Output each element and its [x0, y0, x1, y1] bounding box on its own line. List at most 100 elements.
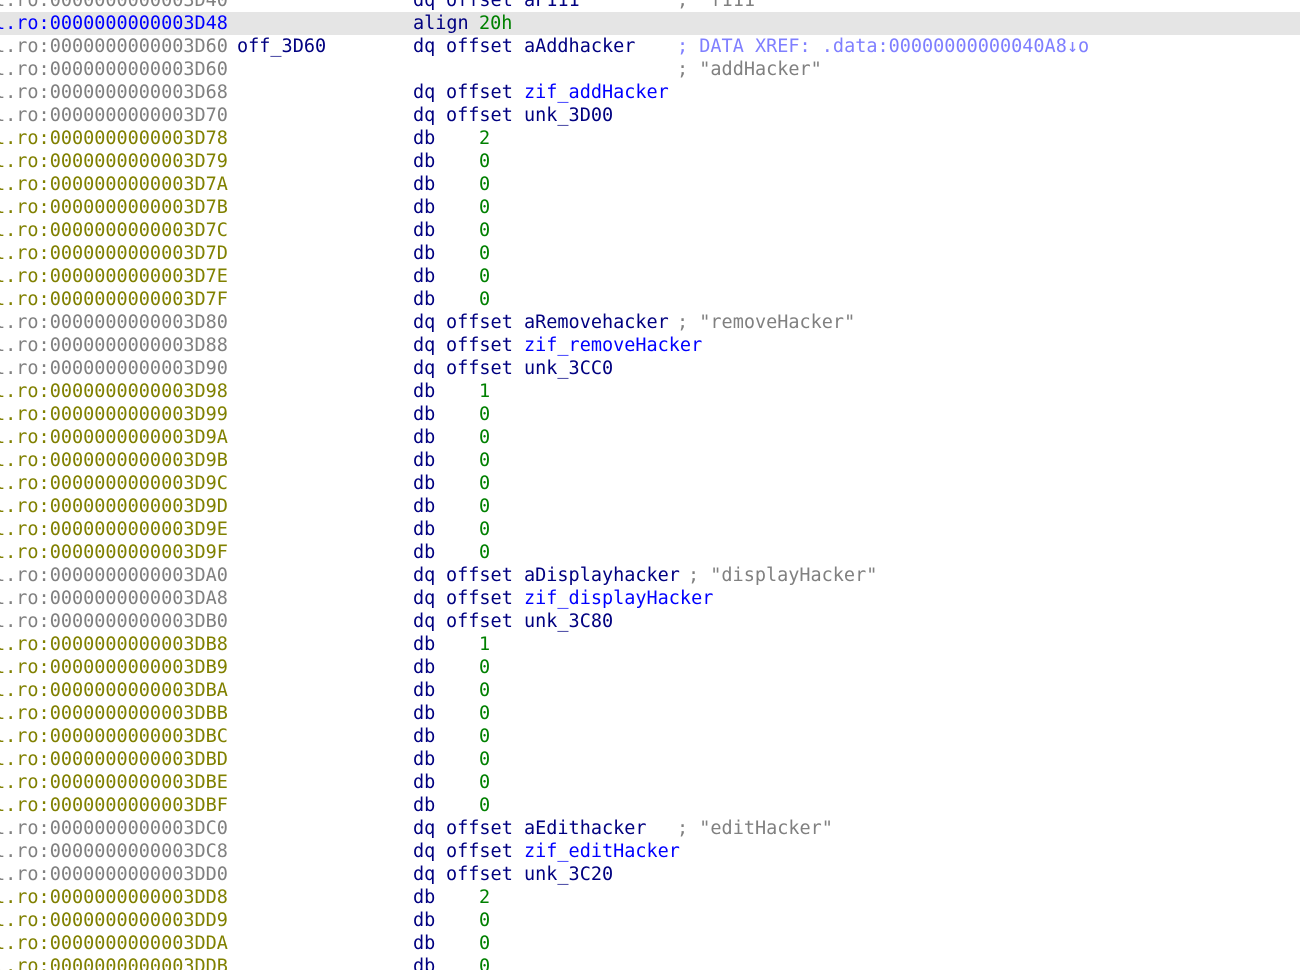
- line-operand[interactable]: aEdithacker: [524, 817, 647, 840]
- listing-line-current[interactable]: l.ro:0000000000003D48 align 20h: [0, 12, 1300, 35]
- line-address[interactable]: l.ro:0000000000003DA0: [0, 564, 228, 587]
- line-operand[interactable]: aRemovehacker: [524, 311, 669, 334]
- line-address[interactable]: l.ro:0000000000003DDA: [0, 932, 228, 955]
- line-address[interactable]: l.ro:0000000000003D9A: [0, 426, 228, 449]
- line-address[interactable]: l.ro:0000000000003DDB: [0, 955, 228, 970]
- listing-line[interactable]: l.ro:0000000000003D7C db 0: [0, 219, 1300, 242]
- line-operand[interactable]: zif_removeHacker: [524, 334, 702, 357]
- listing-line[interactable]: l.ro:0000000000003DBA db 0: [0, 679, 1300, 702]
- listing-line[interactable]: l.ro:0000000000003D9E db 0: [0, 518, 1300, 541]
- listing-line[interactable]: l.ro:0000000000003D88 dq offset zif_removeH…: [0, 334, 1300, 357]
- listing-line[interactable]: l.ro:0000000000003DB9 db 0: [0, 656, 1300, 679]
- listing-line[interactable]: l.ro:0000000000003DBF db 0: [0, 794, 1300, 817]
- line-address[interactable]: l.ro:0000000000003D88: [0, 334, 228, 357]
- line-address[interactable]: l.ro:0000000000003DBD: [0, 748, 228, 771]
- listing-line[interactable]: l.ro:0000000000003D9C db 0: [0, 472, 1300, 495]
- line-address[interactable]: l.ro:0000000000003DBF: [0, 794, 228, 817]
- listing-line[interactable]: l.ro:0000000000003DA8 dq offset zif_display…: [0, 587, 1300, 610]
- listing-line[interactable]: l.ro:0000000000003D7F db 0: [0, 288, 1300, 311]
- line-operand[interactable]: aF111: [524, 0, 580, 12]
- line-xref-comment[interactable]: ; DATA XREF: .data:00000000000040A8↓o: [677, 35, 1089, 58]
- listing-line[interactable]: l.ro:0000000000003DA0 dq offset aDisplayhac…: [0, 564, 1300, 587]
- line-address[interactable]: l.ro:0000000000003D78: [0, 127, 228, 150]
- line-address[interactable]: l.ro:0000000000003DB8: [0, 633, 228, 656]
- line-address[interactable]: l.ro:0000000000003D9F: [0, 541, 228, 564]
- listing-line[interactable]: l.ro:0000000000003DBE db 0: [0, 771, 1300, 794]
- line-address[interactable]: l.ro:0000000000003D79: [0, 150, 228, 173]
- line-address[interactable]: l.ro:0000000000003DBE: [0, 771, 228, 794]
- listing-line[interactable]: l.ro:0000000000003DDA db 0: [0, 932, 1300, 955]
- line-address[interactable]: l.ro:0000000000003D9D: [0, 495, 228, 518]
- listing-line[interactable]: l.ro:0000000000003D60 off_3D60 dq offset aAd…: [0, 35, 1300, 58]
- listing-line[interactable]: l.ro:0000000000003DBC db 0: [0, 725, 1300, 748]
- listing-line[interactable]: l.ro:0000000000003D9F db 0: [0, 541, 1300, 564]
- listing-line[interactable]: l.ro:0000000000003DD0 dq offset unk_3C20: [0, 863, 1300, 886]
- listing-line[interactable]: l.ro:0000000000003D7D db 0: [0, 242, 1300, 265]
- line-address[interactable]: l.ro:0000000000003D80: [0, 311, 228, 334]
- line-operand[interactable]: aDisplayhacker: [524, 564, 680, 587]
- listing-line[interactable]: l.ro:0000000000003DBB db 0: [0, 702, 1300, 725]
- line-address[interactable]: l.ro:0000000000003DC0: [0, 817, 228, 840]
- line-operand[interactable]: aAddhacker: [524, 35, 635, 58]
- listing-line[interactable]: l.ro:0000000000003DD8 db 2: [0, 886, 1300, 909]
- line-operand[interactable]: unk_3CC0: [524, 357, 613, 380]
- line-operand[interactable]: zif_editHacker: [524, 840, 680, 863]
- listing-line[interactable]: l.ro:0000000000003DC0 dq offset aEdithacker…: [0, 817, 1300, 840]
- listing-line[interactable]: l.ro:0000000000003DDB db 0: [0, 955, 1300, 970]
- listing-line[interactable]: l.ro:0000000000003D90 dq offset unk_3CC0: [0, 357, 1300, 380]
- line-address[interactable]: l.ro:0000000000003D9C: [0, 472, 228, 495]
- line-address[interactable]: l.ro:0000000000003D48: [0, 12, 228, 35]
- listing-line[interactable]: l.ro:0000000000003D60 ; "addHacker": [0, 58, 1300, 81]
- line-address[interactable]: l.ro:0000000000003D99: [0, 403, 228, 426]
- listing-line[interactable]: l.ro:0000000000003D7B db 0: [0, 196, 1300, 219]
- line-address[interactable]: l.ro:0000000000003DA8: [0, 587, 228, 610]
- listing-line[interactable]: l.ro:0000000000003DB0 dq offset unk_3C80: [0, 610, 1300, 633]
- line-address[interactable]: l.ro:0000000000003D98: [0, 380, 228, 403]
- line-address[interactable]: l.ro:0000000000003DBB: [0, 702, 228, 725]
- line-address[interactable]: l.ro:0000000000003DB9: [0, 656, 228, 679]
- listing-line[interactable]: l.ro:0000000000003D68 dq offset zif_addHack…: [0, 81, 1300, 104]
- line-address[interactable]: l.ro:0000000000003D40: [0, 0, 228, 12]
- listing-line[interactable]: l.ro:0000000000003D78 db 2: [0, 127, 1300, 150]
- line-operand[interactable]: zif_displayHacker: [524, 587, 713, 610]
- line-operand[interactable]: unk_3D00: [524, 104, 613, 127]
- line-address[interactable]: l.ro:0000000000003D7C: [0, 219, 228, 242]
- listing-line[interactable]: l.ro:0000000000003D98 db 1: [0, 380, 1300, 403]
- listing-line[interactable]: l.ro:0000000000003D99 db 0: [0, 403, 1300, 426]
- listing-line[interactable]: l.ro:0000000000003D7E db 0: [0, 265, 1300, 288]
- line-address[interactable]: l.ro:0000000000003D7E: [0, 265, 228, 288]
- line-address[interactable]: l.ro:0000000000003D68: [0, 81, 228, 104]
- line-address[interactable]: l.ro:0000000000003D7F: [0, 288, 228, 311]
- listing-line[interactable]: l.ro:0000000000003DD9 db 0: [0, 909, 1300, 932]
- line-operand[interactable]: unk_3C80: [524, 610, 613, 633]
- line-address[interactable]: l.ro:0000000000003D9E: [0, 518, 228, 541]
- line-address[interactable]: l.ro:0000000000003D60: [0, 58, 228, 81]
- line-address[interactable]: l.ro:0000000000003DD0: [0, 863, 228, 886]
- listing-line[interactable]: l.ro:0000000000003DB8 db 1: [0, 633, 1300, 656]
- line-address[interactable]: l.ro:0000000000003DC8: [0, 840, 228, 863]
- line-operand[interactable]: unk_3C20: [524, 863, 613, 886]
- listing-line[interactable]: l.ro:0000000000003D9B db 0: [0, 449, 1300, 472]
- line-address[interactable]: l.ro:0000000000003D7D: [0, 242, 228, 265]
- line-address[interactable]: l.ro:0000000000003DBA: [0, 679, 228, 702]
- line-operand[interactable]: zif_addHacker: [524, 81, 669, 104]
- listing-line[interactable]: l.ro:0000000000003D70 dq offset unk_3D00: [0, 104, 1300, 127]
- listing-line[interactable]: l.ro:0000000000003D40 dq offset aF111 ; "f11…: [0, 0, 1300, 12]
- listing-line[interactable]: l.ro:0000000000003DBD db 0: [0, 748, 1300, 771]
- listing-line[interactable]: l.ro:0000000000003D9A db 0: [0, 426, 1300, 449]
- line-address[interactable]: l.ro:0000000000003D9B: [0, 449, 228, 472]
- listing-line[interactable]: l.ro:0000000000003DC8 dq offset zif_editHac…: [0, 840, 1300, 863]
- line-label[interactable]: off_3D60: [237, 35, 326, 58]
- disassembly-listing[interactable]: l.ro:0000000000003D40 dq offset aF111 ; "f11…: [0, 0, 1300, 970]
- disassembly-view[interactable]: l.ro:0000000000003D40 dq offset aF111 ; "f11…: [0, 0, 1300, 970]
- line-address[interactable]: l.ro:0000000000003D70: [0, 104, 228, 127]
- listing-line[interactable]: l.ro:0000000000003D80 dq offset aRemovehack…: [0, 311, 1300, 334]
- line-address[interactable]: l.ro:0000000000003D7A: [0, 173, 228, 196]
- listing-line[interactable]: l.ro:0000000000003D79 db 0: [0, 150, 1300, 173]
- line-address[interactable]: l.ro:0000000000003D90: [0, 357, 228, 380]
- line-address[interactable]: l.ro:0000000000003D7B: [0, 196, 228, 219]
- line-address[interactable]: l.ro:0000000000003D60: [0, 35, 228, 58]
- listing-line[interactable]: l.ro:0000000000003D7A db 0: [0, 173, 1300, 196]
- listing-line[interactable]: l.ro:0000000000003D9D db 0: [0, 495, 1300, 518]
- line-address[interactable]: l.ro:0000000000003DBC: [0, 725, 228, 748]
